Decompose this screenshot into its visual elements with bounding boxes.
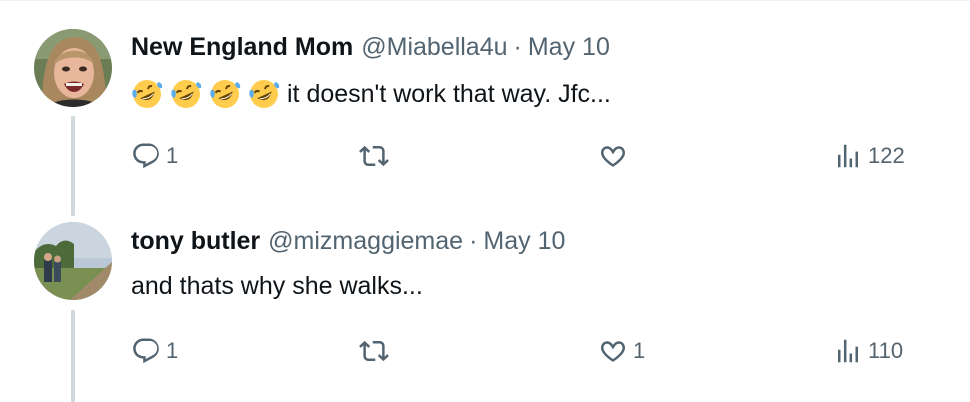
thread-connector-line — [71, 310, 75, 402]
tweet-header: New England Mom @Miabella4u · May 10 — [131, 29, 610, 65]
retweet-arrows-icon — [359, 340, 389, 362]
heart-outline-icon — [601, 341, 625, 362]
tweet-date[interactable]: May 10 — [528, 29, 610, 65]
tweet-actions: 1 122 — [131, 138, 931, 174]
rolling-on-floor-laughing-icon — [249, 80, 280, 108]
bar-chart-icon — [838, 144, 858, 168]
tweet-actions: 1 1 110 — [131, 333, 931, 369]
rolling-on-floor-laughing-icon — [132, 80, 163, 108]
emoji-group — [131, 78, 280, 110]
like-count: 1 — [633, 338, 646, 363]
reply-count: 1 — [166, 143, 179, 168]
user-handle[interactable]: @mizmaggiemae — [268, 223, 463, 259]
like-button[interactable]: 1 — [598, 333, 645, 369]
tweet-text-content: it doesn't work that way. Jfc... — [287, 80, 611, 108]
separator-dot: · — [469, 227, 478, 255]
views-count: 122 — [868, 143, 905, 168]
heart-outline-icon — [601, 146, 625, 167]
avatar-image — [34, 29, 112, 107]
retweet-arrows-icon — [359, 145, 389, 167]
rolling-on-floor-laughing-icon — [210, 80, 241, 108]
like-button[interactable] — [598, 138, 633, 174]
avatar[interactable] — [34, 222, 112, 300]
display-name[interactable]: tony butler — [131, 223, 260, 259]
rolling-on-floor-laughing-icon — [171, 80, 202, 108]
views-button[interactable]: 110 — [833, 333, 903, 369]
tweet-text: it doesn't work that way. Jfc... — [131, 76, 611, 112]
avatar[interactable] — [34, 29, 112, 107]
speech-bubble-icon — [133, 338, 159, 364]
retweet-button[interactable] — [359, 138, 394, 174]
reply-button[interactable]: 1 — [131, 138, 178, 174]
retweet-button[interactable] — [359, 333, 394, 369]
avatar-image — [34, 222, 112, 300]
reply-button[interactable]: 1 — [131, 333, 178, 369]
tweet-text: and thats why she walks... — [131, 268, 423, 304]
display-name[interactable]: New England Mom — [131, 29, 353, 65]
views-button[interactable]: 122 — [833, 138, 905, 174]
speech-bubble-icon — [133, 143, 159, 169]
bar-chart-icon — [838, 339, 858, 363]
tweet-reply[interactable]: tony butler @mizmaggiemae · May 10 and t… — [0, 200, 970, 402]
reply-count: 1 — [166, 338, 179, 363]
separator-dot: · — [513, 33, 522, 61]
tweet-reply[interactable]: New England Mom @Miabella4u · May 10 it … — [0, 0, 970, 216]
user-handle[interactable]: @Miabella4u — [361, 29, 507, 65]
tweet-text-content: and thats why she walks... — [131, 272, 423, 300]
views-count: 110 — [868, 338, 904, 363]
tweet-header: tony butler @mizmaggiemae · May 10 — [131, 223, 565, 259]
tweet-date[interactable]: May 10 — [483, 223, 565, 259]
